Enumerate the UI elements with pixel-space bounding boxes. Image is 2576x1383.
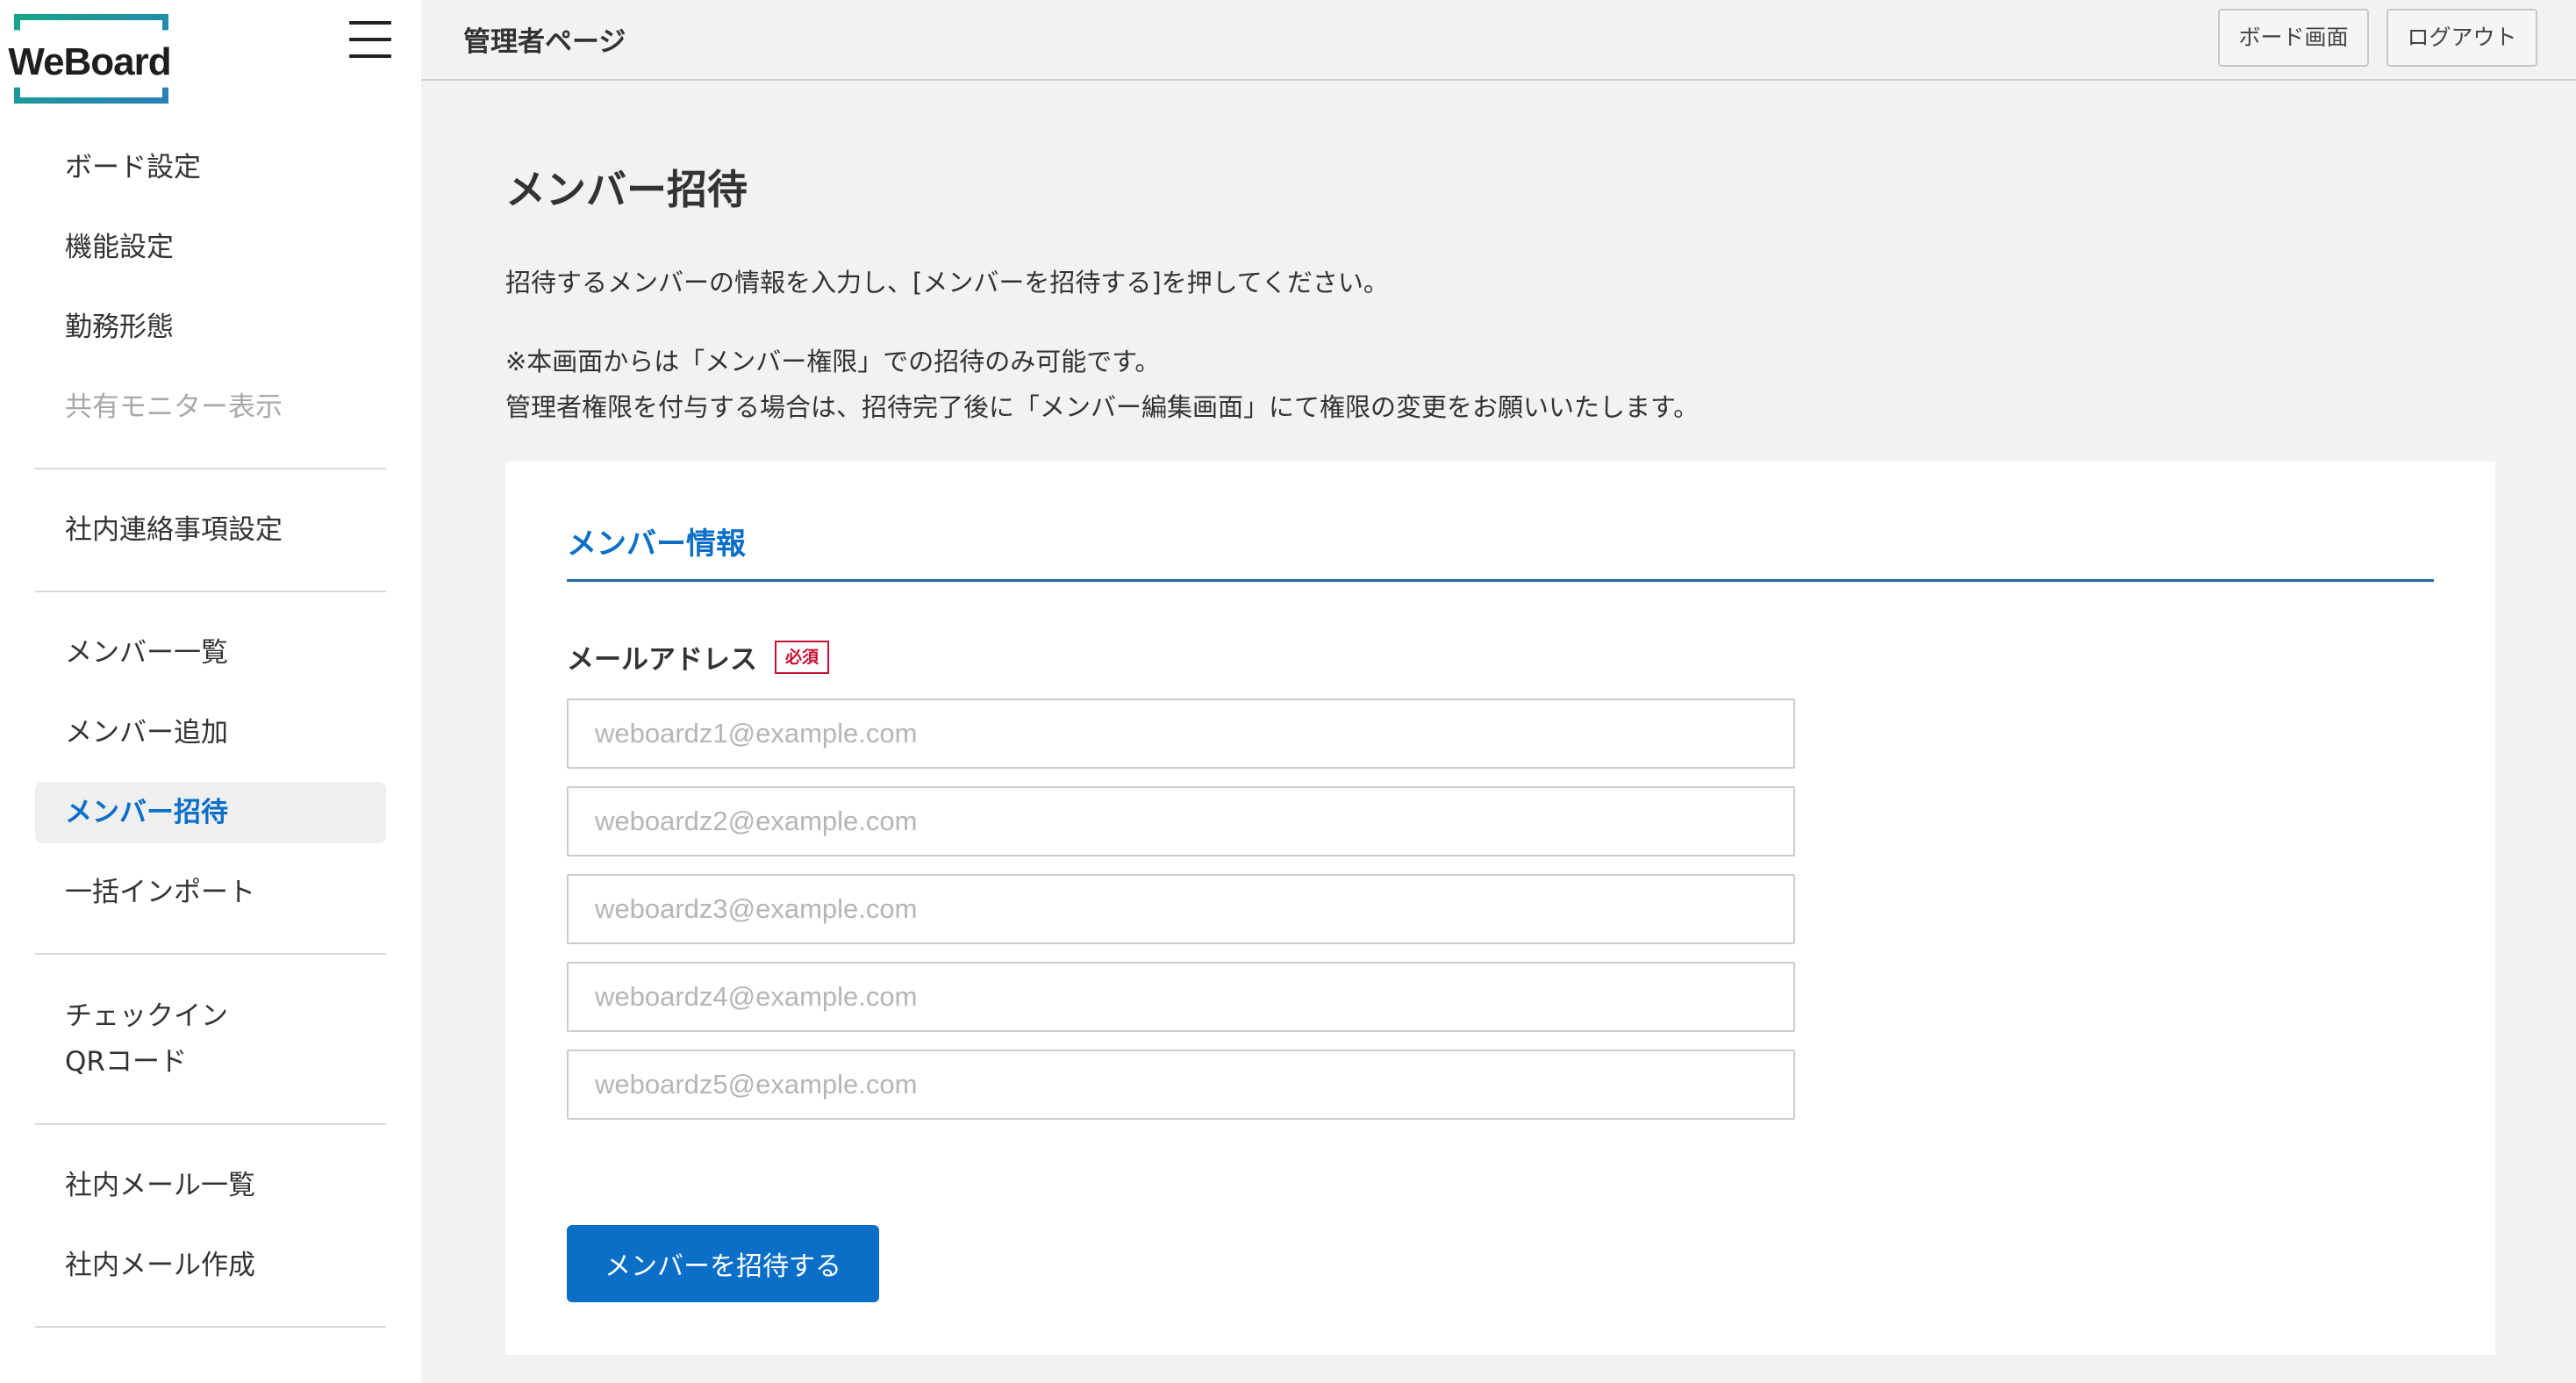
sidebar-item-member-list[interactable]: メンバー一覧 xyxy=(35,622,386,684)
top-header: 管理者ページ ボード画面 ログアウト xyxy=(421,0,2576,81)
email-field-2[interactable] xyxy=(567,786,1795,856)
sidebar-item-internal-notice-settings[interactable]: 社内連絡事項設定 xyxy=(35,499,386,561)
permission-note-line1: ※本画面からは「メンバー権限」での招待のみ可能です。 xyxy=(505,347,1161,376)
email-field-label: メールアドレス 必須 xyxy=(567,637,830,677)
page-title: メンバー招待 xyxy=(505,166,748,213)
email-field-4[interactable] xyxy=(567,962,1795,1032)
page-section-title: 管理者ページ xyxy=(463,26,626,58)
required-badge: 必須 xyxy=(775,640,830,674)
member-info-card: メンバー情報 メールアドレス 必須 メンバーを招待する xyxy=(505,462,2495,1355)
sidebar-item-checkin-line2: QRコード xyxy=(65,1046,187,1078)
admin-app: WeBoard ボード設定 機能設定 勤務形態 共有モニター表示 社内連絡事項設… xyxy=(0,0,2576,1383)
nav-group-checkin: チェックイン QRコード xyxy=(35,985,386,1125)
page-description: 招待するメンバーの情報を入力し、[メンバーを招待する]を押してください。 xyxy=(505,268,1389,297)
nav-group-board: ボード設定 機能設定 勤務形態 共有モニター表示 xyxy=(35,137,386,469)
invite-member-button[interactable]: メンバーを招待する xyxy=(567,1225,879,1302)
email-field-1[interactable] xyxy=(567,699,1795,769)
sidebar-item-checkin-line1: チェックイン xyxy=(65,1000,228,1032)
sidebar-item-feature-settings[interactable]: 機能設定 xyxy=(35,217,386,278)
permission-note-line2: 管理者権限を付与する場合は、招待完了後に「メンバー編集画面」にて権限の変更をお願… xyxy=(505,392,1699,422)
section-title: メンバー情報 xyxy=(567,527,746,562)
sidebar-item-bulk-import[interactable]: 一括インポート xyxy=(35,862,386,923)
board-screen-button[interactable]: ボード画面 xyxy=(2218,9,2369,67)
sidebar-item-board-settings[interactable]: ボード設定 xyxy=(35,137,386,198)
menu-hamburger-icon[interactable] xyxy=(349,19,393,60)
nav-group-notice: 社内連絡事項設定 xyxy=(35,499,386,592)
sidebar-item-invite-member[interactable]: メンバー招待 xyxy=(35,782,386,843)
sidebar-item-checkin-qr[interactable]: チェックイン QRコード xyxy=(35,985,386,1093)
sidebar-item-add-member[interactable]: メンバー追加 xyxy=(35,702,386,763)
weboard-logo[interactable]: WeBoard xyxy=(0,11,179,107)
sidebar-item-work-styles[interactable]: 勤務形態 xyxy=(35,297,386,358)
sidebar: WeBoard ボード設定 機能設定 勤務形態 共有モニター表示 社内連絡事項設… xyxy=(0,0,421,1383)
logo-text: WeBoard xyxy=(8,40,171,83)
sidebar-nav: ボード設定 機能設定 勤務形態 共有モニター表示 社内連絡事項設定 メンバー一覧… xyxy=(35,137,386,1358)
sidebar-item-mail-compose[interactable]: 社内メール作成 xyxy=(35,1235,386,1296)
nav-group-mail: 社内メール一覧 社内メール作成 xyxy=(35,1155,386,1328)
main-content: メンバー招待 招待するメンバーの情報を入力し、[メンバーを招待する]を押してくだ… xyxy=(505,158,2523,430)
email-field-5[interactable] xyxy=(567,1050,1795,1120)
email-label-text: メールアドレス xyxy=(567,644,757,676)
email-field-3[interactable] xyxy=(567,874,1795,944)
nav-group-members: メンバー一覧 メンバー追加 メンバー招待 一括インポート xyxy=(35,622,386,955)
sidebar-item-shared-monitor: 共有モニター表示 xyxy=(65,391,283,423)
sidebar-item-mail-list[interactable]: 社内メール一覧 xyxy=(35,1155,386,1216)
section-divider xyxy=(567,579,2434,582)
logout-button[interactable]: ログアウト xyxy=(2386,9,2537,67)
